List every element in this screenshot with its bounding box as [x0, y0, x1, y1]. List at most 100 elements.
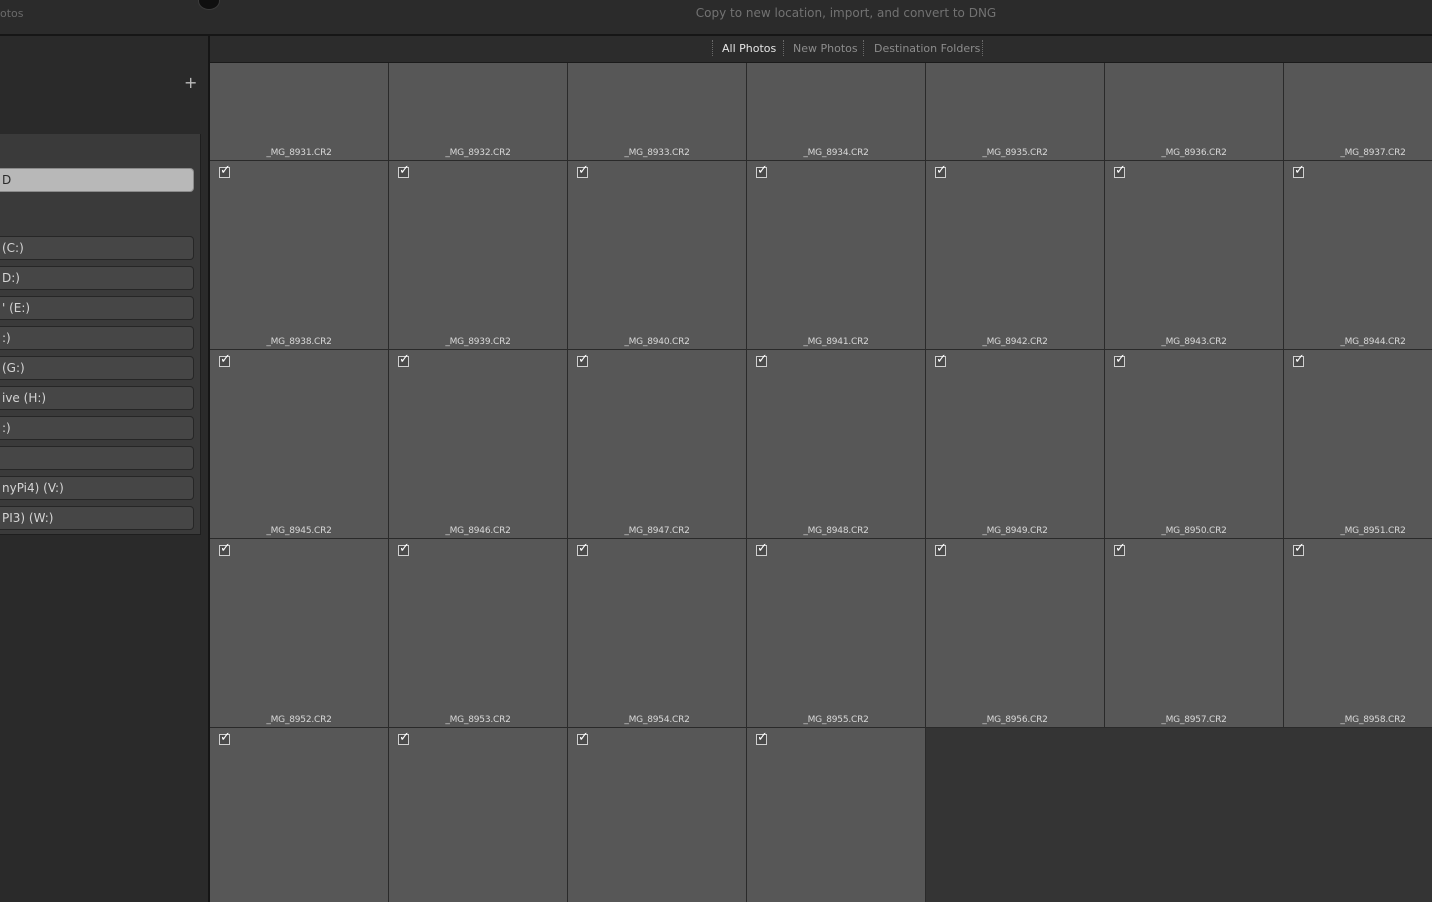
photo-thumbnail[interactable]: _MG_8951.CR2	[1284, 350, 1432, 539]
include-checkbox[interactable]	[1114, 541, 1126, 556]
photo-thumbnail[interactable]: _MG_8939.CR2	[389, 161, 568, 350]
photo-thumbnail[interactable]	[210, 728, 389, 902]
photo-thumbnail[interactable]: _MG_8947.CR2	[568, 350, 747, 539]
source-panel: + D (C:) D:) ' (E:):) (G:) ive (H:):) nyPi4) …	[0, 36, 210, 902]
source-drive-item[interactable]: (C:)	[0, 236, 194, 260]
photo-thumbnail[interactable]: _MG_8938.CR2	[210, 161, 389, 350]
photo-filename: _MG_8934.CR2	[803, 148, 869, 158]
photo-thumbnail[interactable]: _MG_8956.CR2	[926, 539, 1105, 728]
photo-filename: _MG_8948.CR2	[803, 526, 869, 536]
include-checkbox[interactable]	[398, 352, 410, 367]
photo-thumbnail[interactable]: _MG_8931.CR2	[210, 63, 389, 161]
photo-filename: _MG_8953.CR2	[445, 715, 511, 725]
photo-thumbnail[interactable]: _MG_8936.CR2	[1105, 63, 1284, 161]
tab-new-photos[interactable]: New Photos	[793, 42, 858, 55]
include-checkbox[interactable]	[398, 163, 410, 178]
photo-thumbnail[interactable]: _MG_8954.CR2	[568, 539, 747, 728]
include-checkbox[interactable]	[935, 541, 947, 556]
photo-thumbnail[interactable]	[747, 728, 926, 902]
photo-thumbnail[interactable]: _MG_8952.CR2	[210, 539, 389, 728]
photo-thumbnail[interactable]: _MG_8957.CR2	[1105, 539, 1284, 728]
include-checkbox[interactable]	[935, 163, 947, 178]
photo-filename: _MG_8938.CR2	[266, 337, 332, 347]
photo-filename: _MG_8952.CR2	[266, 715, 332, 725]
tab-separator	[863, 40, 864, 56]
include-checkbox[interactable]	[398, 730, 410, 745]
photo-filename: _MG_8933.CR2	[624, 148, 690, 158]
tab-destination-folders[interactable]: Destination Folders	[874, 42, 980, 55]
include-checkbox[interactable]	[1114, 352, 1126, 367]
include-checkbox[interactable]	[935, 352, 947, 367]
source-drive-item[interactable]: :)	[0, 326, 194, 350]
include-checkbox[interactable]	[1293, 352, 1305, 367]
photo-filename: _MG_8954.CR2	[624, 715, 690, 725]
photo-filename: _MG_8955.CR2	[803, 715, 869, 725]
include-checkbox[interactable]	[219, 730, 231, 745]
import-mode-title: Copy to new location, import, and conver…	[695, 6, 997, 20]
photo-thumbnail[interactable]: _MG_8934.CR2	[747, 63, 926, 161]
include-checkbox[interactable]	[577, 352, 589, 367]
photo-thumbnail[interactable]: _MG_8950.CR2	[1105, 350, 1284, 539]
photo-thumbnail[interactable]	[389, 728, 568, 902]
photo-thumbnail[interactable]: _MG_8941.CR2	[747, 161, 926, 350]
photo-filename: _MG_8939.CR2	[445, 337, 511, 347]
photo-thumbnail[interactable]	[568, 728, 747, 902]
source-drive-item[interactable]	[0, 446, 194, 470]
tab-separator	[783, 40, 784, 56]
include-checkbox[interactable]	[756, 541, 768, 556]
source-drive-item[interactable]: D	[0, 168, 194, 192]
photo-filename: _MG_8937.CR2	[1340, 148, 1406, 158]
photo-thumbnail[interactable]: _MG_8949.CR2	[926, 350, 1105, 539]
photo-thumbnail[interactable]: _MG_8942.CR2	[926, 161, 1105, 350]
include-checkbox[interactable]	[577, 163, 589, 178]
include-checkbox[interactable]	[1293, 163, 1305, 178]
photo-filename: _MG_8951.CR2	[1340, 526, 1406, 536]
photo-grid: _MG_8931.CR2 _MG_8932.CR2 _MG_8933.CR2 _MG_…	[210, 63, 1432, 902]
photo-thumbnail[interactable]: _MG_8940.CR2	[568, 161, 747, 350]
source-drive-item[interactable]: (G:)	[0, 356, 194, 380]
tab-all-photos[interactable]: All Photos	[722, 42, 776, 55]
photo-thumbnail[interactable]: _MG_8932.CR2	[389, 63, 568, 161]
include-checkbox[interactable]	[1293, 541, 1305, 556]
add-source-icon[interactable]: +	[184, 75, 197, 91]
include-checkbox[interactable]	[756, 352, 768, 367]
photo-filename: _MG_8932.CR2	[445, 148, 511, 158]
photo-thumbnail[interactable]: _MG_8948.CR2	[747, 350, 926, 539]
source-drive-item[interactable]: D:)	[0, 266, 194, 290]
view-tabs: All Photos New Photos Destination Folders	[210, 36, 1432, 63]
photo-filename: _MG_8958.CR2	[1340, 715, 1406, 725]
include-checkbox[interactable]	[1114, 163, 1126, 178]
photo-thumbnail[interactable]: _MG_8958.CR2	[1284, 539, 1432, 728]
photo-thumbnail[interactable]: _MG_8935.CR2	[926, 63, 1105, 161]
photo-filename: _MG_8950.CR2	[1161, 526, 1227, 536]
include-checkbox[interactable]	[756, 730, 768, 745]
photo-filename: _MG_8935.CR2	[982, 148, 1048, 158]
source-drive-item[interactable]: ive (H:)	[0, 386, 194, 410]
include-checkbox[interactable]	[577, 541, 589, 556]
photo-filename: _MG_8946.CR2	[445, 526, 511, 536]
include-checkbox[interactable]	[398, 541, 410, 556]
photo-thumbnail[interactable]: _MG_8955.CR2	[747, 539, 926, 728]
source-drive-item[interactable]: nyPi4) (V:)	[0, 476, 194, 500]
photo-filename: _MG_8936.CR2	[1161, 148, 1227, 158]
source-drive-item[interactable]: PI3) (W:)	[0, 506, 194, 530]
photo-thumbnail[interactable]: _MG_8933.CR2	[568, 63, 747, 161]
photo-filename: _MG_8941.CR2	[803, 337, 869, 347]
source-drive-item[interactable]: ' (E:)	[0, 296, 194, 320]
photo-filename: _MG_8944.CR2	[1340, 337, 1406, 347]
include-checkbox[interactable]	[219, 163, 231, 178]
photo-thumbnail[interactable]: _MG_8945.CR2	[210, 350, 389, 539]
photo-thumbnail[interactable]: _MG_8937.CR2	[1284, 63, 1432, 161]
tab-separator	[982, 40, 983, 56]
include-checkbox[interactable]	[756, 163, 768, 178]
source-drive-item[interactable]: :)	[0, 416, 194, 440]
photo-thumbnail[interactable]: _MG_8946.CR2	[389, 350, 568, 539]
photo-thumbnail[interactable]: _MG_8953.CR2	[389, 539, 568, 728]
photo-thumbnail[interactable]: _MG_8943.CR2	[1105, 161, 1284, 350]
photo-filename: _MG_8947.CR2	[624, 526, 690, 536]
include-checkbox[interactable]	[219, 352, 231, 367]
include-checkbox[interactable]	[577, 730, 589, 745]
photo-thumbnail[interactable]: _MG_8944.CR2	[1284, 161, 1432, 350]
photo-filename: _MG_8943.CR2	[1161, 337, 1227, 347]
include-checkbox[interactable]	[219, 541, 231, 556]
